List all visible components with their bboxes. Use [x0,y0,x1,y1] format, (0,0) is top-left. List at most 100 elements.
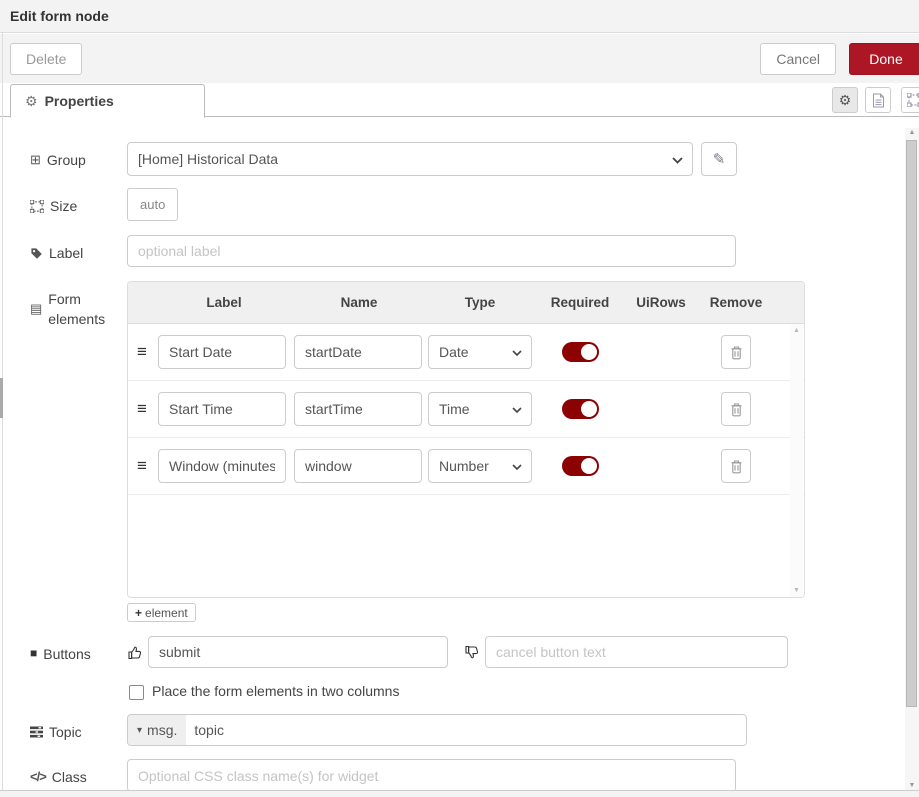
remove-element-button[interactable] [721,392,751,426]
resize-handle[interactable] [0,378,3,418]
required-toggle[interactable] [562,456,599,476]
element-label-input[interactable] [158,335,286,369]
trash-icon [730,459,743,474]
class-input[interactable] [127,759,736,792]
trash-icon [730,345,743,360]
form-elements-row: ▤ Form elements [30,281,120,330]
tasks-icon [30,722,43,742]
col-header-type: Type [426,295,534,310]
group-label: ⊞ Group [30,142,127,170]
form-elements-table-header: Label Name Type Required UiRows Remove [128,282,804,324]
element-type-select[interactable]: Time [428,392,532,426]
remove-element-button[interactable] [721,449,751,483]
buttons-label: ■ Buttons [30,636,127,664]
label-label: Label [30,235,127,263]
done-button[interactable]: Done [849,43,919,75]
group-row: ⊞ Group [Home] Historical Data ✎ [30,142,737,176]
dashboard-layout-button[interactable] [901,87,919,113]
col-header-name: Name [292,295,426,310]
buttons-row: ■ Buttons [30,636,788,668]
list-scrollbar[interactable]: ▲ ▼ [790,324,803,597]
edit-group-button[interactable]: ✎ [701,142,737,176]
drag-handle-icon[interactable]: ≡ [128,399,156,419]
element-type-select[interactable]: Date [428,335,532,369]
chevron-down-icon [512,464,522,470]
required-toggle[interactable] [562,399,599,419]
element-name-input[interactable] [294,392,422,426]
code-icon: </> [30,767,46,787]
scroll-down-icon[interactable]: ▼ [790,587,803,594]
list-alt-icon: ▤ [30,289,42,330]
element-type-select[interactable]: Number [428,449,532,483]
tab-bar: ⚙ Properties ⚙ [0,84,919,117]
square-icon: ■ [30,644,37,664]
form-elements-list: ≡ Date [128,324,804,598]
col-header-uirows: UiRows [626,295,696,310]
tab-properties[interactable]: ⚙ Properties [10,84,205,118]
topic-label: Topic [30,714,127,742]
cancel-button-text-input[interactable] [485,636,788,668]
submit-button-text-input[interactable] [148,636,448,668]
dialog-title: Edit form node [0,0,919,24]
gear-icon: ⚙ [25,93,38,110]
scrollbar-thumb[interactable] [906,140,917,707]
delete-button[interactable]: Delete [10,43,82,75]
chevron-down-icon [672,157,683,164]
size-label: Size [30,188,127,216]
dialog-footer-strip [0,790,919,797]
scroll-down-icon[interactable]: ▼ [905,782,919,789]
scroll-up-icon[interactable]: ▲ [790,327,803,334]
document-icon [872,93,885,108]
topic-type-selector[interactable]: ▾ msg. [128,715,186,745]
two-columns-checkbox[interactable] [129,685,144,700]
class-label: </> Class [30,759,127,787]
topic-type-label: msg. [147,722,177,738]
element-name-input[interactable] [294,449,422,483]
required-toggle[interactable] [562,342,599,362]
tab-properties-label: Properties [45,93,114,109]
trash-icon [730,402,743,417]
class-row: </> Class [30,759,736,792]
pencil-icon: ✎ [713,150,726,168]
dialog-scrollbar[interactable]: ▲ ▼ [905,128,919,790]
table-icon: ⊞ [30,150,41,170]
chevron-down-icon [512,407,522,413]
label-input[interactable] [127,235,736,267]
topic-value-input[interactable] [186,715,746,745]
col-header-remove: Remove [696,295,776,310]
gear-icon: ⚙ [839,92,852,109]
col-header-label: Label [156,295,292,310]
drag-handle-icon[interactable]: ≡ [128,342,156,362]
plus-icon: + [135,606,142,620]
topic-typed-input: ▾ msg. [127,714,747,746]
form-elements-table: Label Name Type Required UiRows Remove ≡… [127,281,805,598]
form-element-row-2: ≡ Time [128,381,804,438]
col-header-required: Required [534,295,626,310]
size-auto-button[interactable]: auto [127,188,178,221]
description-pane-button[interactable] [865,87,891,113]
thumbs-down-icon [464,644,481,661]
label-row: Label [30,235,736,267]
object-group-icon [907,93,919,107]
add-element-button[interactable]: + element [127,603,196,622]
two-columns-label: Place the form elements in two columns [152,683,399,699]
thumbs-up-icon [127,644,144,661]
element-label-input[interactable] [158,449,286,483]
group-select-value: [Home] Historical Data [138,151,278,167]
group-select[interactable]: [Home] Historical Data [127,142,693,176]
cancel-button[interactable]: Cancel [760,43,836,75]
scroll-up-icon[interactable]: ▲ [905,129,919,136]
object-group-icon [30,196,44,216]
properties-pane-button[interactable]: ⚙ [832,87,858,113]
tag-icon [30,243,43,263]
drag-handle-icon[interactable]: ≡ [128,456,156,476]
caret-down-icon: ▾ [137,725,142,736]
dialog-header: Edit form node [0,0,919,33]
element-label-input[interactable] [158,392,286,426]
dialog-toolbar: Delete Cancel Done [0,34,919,83]
chevron-down-icon [512,350,522,356]
topic-row: Topic ▾ msg. [30,714,747,746]
form-elements-label: ▤ Form elements [30,281,120,330]
element-name-input[interactable] [294,335,422,369]
remove-element-button[interactable] [721,335,751,369]
